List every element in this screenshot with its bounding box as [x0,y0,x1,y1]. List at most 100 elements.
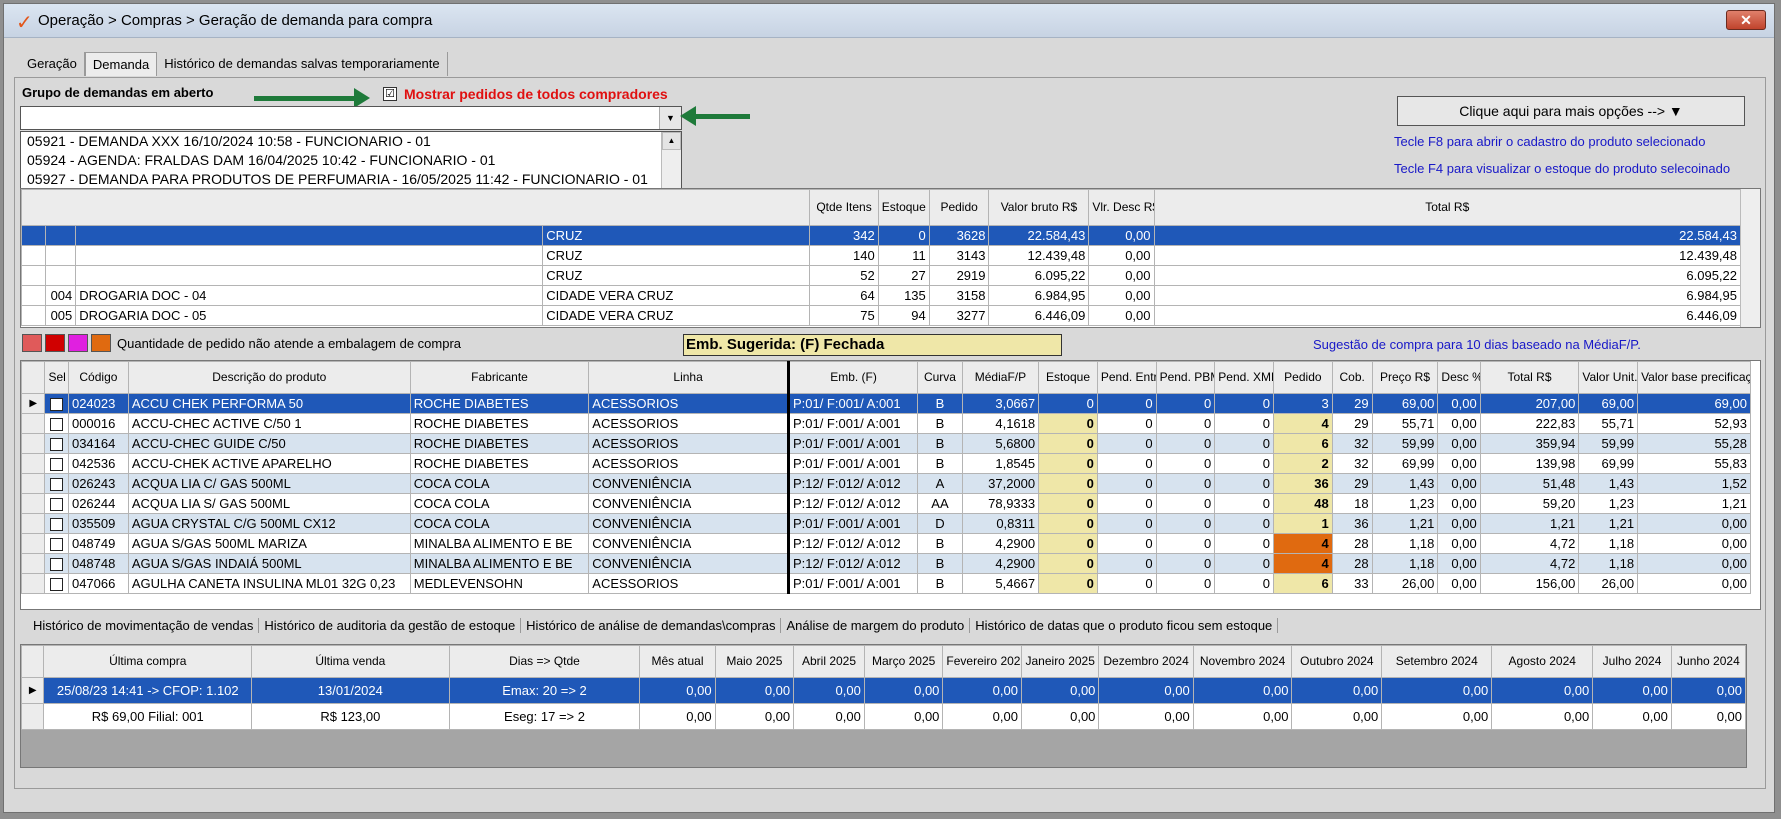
hist-header[interactable]: Última venda [251,645,450,678]
close-button[interactable]: ✕ [1726,10,1766,30]
hist-header[interactable]: Novembro 2024 [1192,645,1293,678]
product-row[interactable]: 026243 ACQUA LIA C/ GAS 500ML COCA COLA CON… [20,473,1751,494]
select-checkbox[interactable] [44,413,69,434]
product-row[interactable]: ▶ 024023 ACCU CHEK PERFORMA 50 ROCHE DIABET… [20,393,1751,414]
select-checkbox[interactable] [44,473,69,494]
hist-header[interactable]: Julho 2024 [1592,645,1672,678]
prod-header-sel[interactable]: Sel [44,361,69,394]
prod-header-med[interactable]: MédiaF/P [961,361,1040,394]
dropdown-item[interactable]: 05927 - DEMANDA PARA PRODUTOS DE PERFUMA… [21,170,659,189]
prod-header-desc[interactable]: Descrição do produto [127,361,411,394]
prod-header-cod[interactable]: Código [67,361,129,394]
tab-historico-demandas[interactable]: Histórico de demandas salvas temporariam… [157,52,448,76]
stores-scrollbar[interactable] [1740,189,1760,327]
product-row[interactable]: 047066 AGULHA CANETA INSULINA ML01 32G 0,… [20,573,1751,594]
select-checkbox[interactable] [44,393,69,414]
hist-header[interactable]: Agosto 2024 [1491,645,1594,678]
hist-header[interactable]: Fevereiro 2025 [942,645,1022,678]
product-row[interactable]: 048749 AGUA S/GAS 500ML MARIZA MINALBA ALI… [20,533,1751,554]
stores-header-total[interactable]: Total R$ [1153,189,1742,226]
history-row[interactable]: R$ 69,00 Filial: 001 R$ 123,00 Eseg: 17 =>… [20,703,1747,730]
stores-header-bruto[interactable]: Valor bruto R$ [988,189,1090,226]
hist-header[interactable]: Dezembro 2024 [1098,645,1194,678]
prod-header-vb[interactable]: Valor base precificação [1637,361,1751,394]
select-checkbox[interactable] [44,573,69,594]
prod-header-cob[interactable]: Cob. [1331,361,1373,394]
select-checkbox[interactable] [44,513,69,534]
prod-px: 0 [1214,433,1274,454]
more-options-button[interactable]: Clique aqui para mais opções --> ▼ [1397,96,1745,126]
store-row[interactable]: CRUZ 342 0 3628 22.584,43 0,00 22.584,43 [21,225,1742,246]
hist-header[interactable]: Setembro 2024 [1381,645,1493,678]
history-grid[interactable]: Última compra Última venda Dias => Qtde Mês… [20,644,1747,768]
stores-header-est[interactable]: Estoque [877,189,930,226]
prod-header-est[interactable]: Estoque [1038,361,1098,394]
prod-cur: B [917,573,963,594]
prod-header-pre[interactable]: Preço R$ [1371,361,1439,394]
products-grid[interactable]: Sel Código Descrição do produto Fabricante L… [20,360,1761,610]
store-row[interactable]: 004 DROGARIA DOC - 04 CIDADE VERA CRUZ 64 13… [21,285,1742,306]
select-checkbox[interactable] [44,453,69,474]
product-row[interactable]: 035509 AGUA CRYSTAL C/G 500ML CX12 COCA CO… [20,513,1751,534]
product-row[interactable]: 042536 ACCU-CHEK ACTIVE APARELHO ROCHE DIA… [20,453,1751,474]
hist-cell: 0,00 [1098,677,1194,704]
stores-grid[interactable]: Qtde Itens Estoque Pedido Valor bruto R$ Vlr… [20,188,1761,328]
tab-analise-margem[interactable]: Análise de margem do produto [781,618,971,633]
dropdown-item[interactable]: 05921 - DEMANDA XXX 16/10/2024 10:58 - F… [21,132,659,151]
prod-header-pp[interactable]: Pend. PBM [1155,361,1216,394]
product-row[interactable]: 034164 ACCU-CHEC GUIDE C/50 ROCHE DIABETES… [20,433,1751,454]
combo-dropdown-icon[interactable]: ▼ [659,107,681,129]
prod-vb: 1,52 [1637,473,1751,494]
hist-header[interactable]: Março 2025 [863,645,944,678]
hist-cell: 0,00 [1670,677,1747,704]
select-checkbox[interactable] [44,553,69,574]
select-checkbox[interactable] [44,533,69,554]
dropdown-item[interactable]: 05924 - AGENDA: FRALDAS DAM 16/04/2025 1… [21,151,659,170]
prod-header-px[interactable]: Pend. XML [1214,361,1274,394]
prod-header-lin[interactable]: Linha [588,361,789,394]
hist-header[interactable]: Junho 2024 [1670,645,1747,678]
prod-header-fab[interactable]: Fabricante [409,361,590,394]
store-row[interactable]: CRUZ 140 11 3143 12.439,48 0,00 12.439,48 [21,245,1742,266]
tab-hist-vendas[interactable]: Histórico de movimentação de vendas [28,618,260,633]
prod-pre: 55,71 [1371,413,1439,434]
tab-hist-sem-estoque[interactable]: Histórico de datas que o produto ficou s… [970,618,1279,633]
prod-header-ds[interactable]: Desc % [1437,361,1481,394]
history-row[interactable]: ▶ 25/08/23 14:41 -> CFOP: 1.102 13/01/2024… [20,677,1747,704]
select-checkbox[interactable] [44,493,69,514]
prod-header-tot[interactable]: Total R$ [1479,361,1580,394]
store-row[interactable]: CRUZ 52 27 2919 6.095,22 0,00 6.095,22 [21,265,1742,286]
tab-hist-auditoria[interactable]: Histórico de auditoria da gestão de esto… [259,618,522,633]
hist-header[interactable]: Abril 2025 [793,645,865,678]
hist-header[interactable]: Outubro 2024 [1291,645,1383,678]
hist-header[interactable]: Última compra [43,645,253,678]
select-checkbox[interactable] [44,433,69,454]
prod-header-vu[interactable]: Valor Unit. [1578,361,1639,394]
tab-hist-analise[interactable]: Histórico de análise de demandas\compras [521,618,782,633]
store-city: CIDADE VERA CRUZ [542,285,811,306]
prod-header-pe[interactable]: Pend. Entr. [1096,361,1157,394]
store-row[interactable]: 005 DROGARIA DOC - 05 CIDADE VERA CRUZ 75 94… [21,305,1742,326]
stores-header-ped[interactable]: Pedido [928,189,990,226]
tab-demanda[interactable]: Demanda [84,52,158,76]
prod-header-cur[interactable]: Curva [917,361,963,394]
hist-header[interactable]: Janeiro 2025 [1020,645,1100,678]
product-row[interactable]: 000016 ACCU-CHEC ACTIVE C/50 1 ROCHE DIABE… [20,413,1751,434]
hist-header[interactable]: Mês atual [639,645,716,678]
product-row[interactable]: 026244 ACQUA LIA S/ GAS 500ML COCA COLA CON… [20,493,1751,514]
prod-vb: 0,00 [1637,513,1751,534]
hist-header[interactable]: Maio 2025 [714,645,795,678]
stores-header-qtd[interactable]: Qtde Itens [809,189,879,226]
prod-pp: 0 [1155,553,1216,574]
product-row[interactable]: 048748 AGUA S/GAS INDAIÁ 500ML MINALBA ALI… [20,553,1751,574]
tab-geracao[interactable]: Geração [20,52,85,76]
hist-header[interactable]: Dias => Qtde [448,645,641,678]
prod-pe: 0 [1096,533,1157,554]
prod-header-emb[interactable]: Emb. (F) [786,361,919,394]
prod-header-ped[interactable]: Pedido [1273,361,1333,394]
prod-desc: AGUA CRYSTAL C/G 500ML CX12 [127,513,411,534]
stores-header-desc[interactable]: Vlr. Desc R$ [1088,189,1155,226]
show-all-checkbox[interactable]: ☑ [383,87,397,101]
group-combo[interactable]: ▼ [20,106,682,130]
scroll-up-icon[interactable]: ▲ [662,132,681,150]
